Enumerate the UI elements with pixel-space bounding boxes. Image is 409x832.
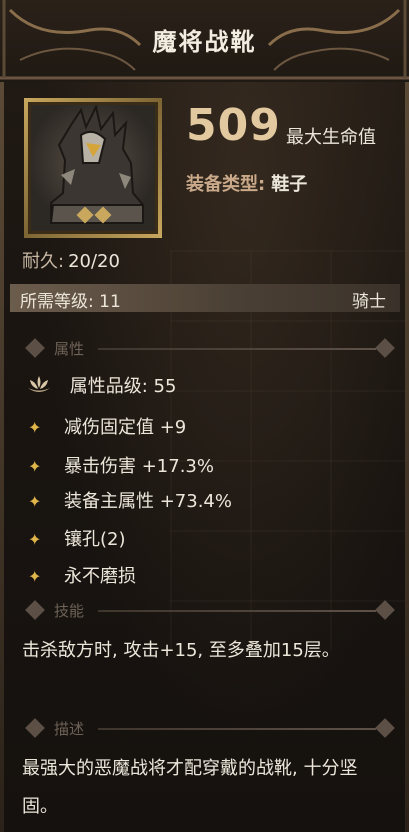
attribute-quality-row: 属性品级: 55 — [26, 372, 176, 401]
section-divider — [98, 348, 376, 350]
right-border — [405, 82, 409, 832]
attribute-row: ✦ 减伤固定值 +9 — [28, 413, 186, 439]
section-divider — [98, 610, 376, 612]
section-end-diamond-icon — [375, 338, 395, 358]
durability-value: 20/20 — [68, 251, 120, 272]
attribute-row: ✦ 装备主属性 +73.4% — [28, 487, 232, 513]
attribute-text: 暴击伤害 +17.3% — [64, 456, 214, 477]
section-end-diamond-icon — [375, 718, 395, 738]
star-icon: ✦ — [28, 567, 42, 586]
attributes-section-label: 属性 — [54, 340, 85, 358]
required-class: 骑士 — [352, 292, 386, 312]
skill-text: 击杀敌方时, 攻击+15, 至多叠加15层。 — [22, 640, 340, 661]
skill-section-header: 技能 — [18, 600, 398, 622]
star-icon: ✦ — [28, 457, 42, 476]
attribute-quality: 属性品级: 55 — [69, 376, 177, 397]
attribute-text: 镶孔(2) — [64, 529, 126, 550]
attribute-text: 永不磨损 — [64, 566, 136, 587]
section-diamond-icon — [25, 338, 45, 358]
section-end-diamond-icon — [375, 600, 395, 620]
item-title: 魔将战靴 — [152, 28, 257, 56]
requirement-bar: 所需等级: 11 骑士 — [10, 284, 400, 312]
item-tooltip: 魔将战靴 509 最大生命值 装备类型: 鞋子 耐久: 20/20 所需等级: 11… — [0, 0, 409, 832]
equip-type: 装备类型: 鞋子 — [186, 170, 307, 196]
attribute-row: ✦ 暴击伤害 +17.3% — [28, 452, 214, 478]
title-bar: 魔将战靴 — [0, 0, 409, 82]
attribute-text: 减伤固定值 +9 — [64, 417, 187, 438]
left-border — [0, 82, 4, 832]
attribute-text: 装备主属性 +73.4% — [64, 491, 232, 512]
durability: 耐久: 20/20 — [22, 247, 120, 273]
demon-boot-icon — [49, 105, 144, 224]
section-diamond-icon — [25, 718, 45, 738]
section-diamond-icon — [25, 600, 45, 620]
description-section-header: 描述 — [18, 718, 398, 740]
durability-label: 耐久: — [22, 251, 65, 272]
section-divider — [98, 728, 376, 730]
attribute-row: ✦ 永不磨损 — [28, 562, 136, 588]
star-icon: ✦ — [28, 492, 42, 511]
equip-type-value: 鞋子 — [271, 174, 308, 195]
description-text: 最强大的恶魔战将才配穿戴的战靴, 十分坚固。 — [22, 758, 358, 817]
skill-section-label: 技能 — [54, 602, 85, 620]
lotus-icon — [26, 374, 52, 401]
item-icon-frame — [24, 98, 162, 238]
description-section-label: 描述 — [54, 720, 85, 738]
attribute-row: ✦ 镶孔(2) — [28, 525, 126, 551]
main-stat-value: 509 — [186, 100, 281, 151]
star-icon: ✦ — [28, 530, 42, 549]
star-icon: ✦ — [28, 418, 42, 437]
equip-type-label: 装备类型: — [186, 174, 266, 195]
required-level: 所需等级: 11 — [20, 292, 121, 312]
main-stat-label: 最大生命值 — [286, 127, 376, 148]
attributes-section-header: 属性 — [18, 338, 398, 360]
